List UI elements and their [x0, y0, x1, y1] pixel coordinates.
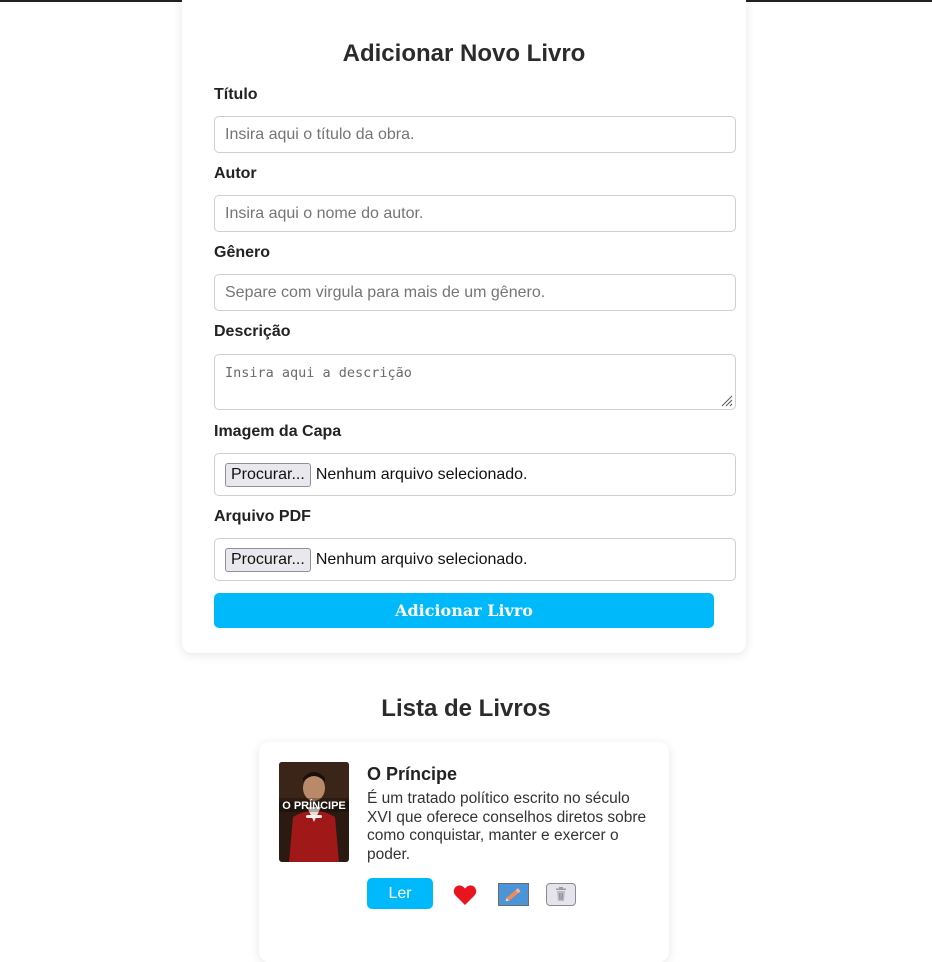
pdf-file-input: Procurar... Nenhum arquivo selecionado. [214, 538, 736, 581]
description-field-wrapper [214, 354, 736, 410]
title-input[interactable] [215, 117, 735, 152]
edit-button[interactable] [498, 883, 529, 906]
heart-icon[interactable] [453, 884, 477, 906]
book-list-title: Lista de Livros [0, 695, 932, 723]
cover-label: Imagem da Capa [214, 423, 341, 441]
form-title: Adicionar Novo Livro [182, 40, 746, 68]
description-label: Descrição [214, 323, 291, 341]
add-book-button[interactable]: Adicionar Livro [214, 593, 714, 628]
cover-file-input: Procurar... Nenhum arquivo selecionado. [214, 453, 736, 496]
genre-field-wrapper [214, 274, 736, 311]
cover-file-status: Nenhum arquivo selecionado. [316, 466, 528, 484]
book-description: É um tratado político escrito no século … [367, 790, 647, 864]
book-title: O Príncipe [367, 764, 457, 785]
delete-button[interactable] [546, 883, 576, 906]
resize-grip-icon[interactable] [721, 395, 733, 407]
add-book-form: Adicionar Novo Livro Título Autor Gênero… [182, 0, 746, 653]
book-cover-image: O PRÍNCIPE [279, 762, 349, 862]
author-field-wrapper [214, 195, 736, 232]
genre-label: Gênero [214, 244, 270, 262]
cover-browse-button[interactable]: Procurar... [225, 463, 311, 487]
description-textarea[interactable] [215, 355, 735, 409]
book-card: O PRÍNCIPE O Príncipe É um tratado polít… [259, 742, 669, 962]
edit-pencil-icon [499, 884, 528, 905]
author-input[interactable] [215, 196, 735, 231]
pdf-label: Arquivo PDF [214, 508, 311, 526]
title-label: Título [214, 86, 258, 104]
genre-input[interactable] [215, 275, 735, 310]
author-label: Autor [214, 165, 257, 183]
pdf-browse-button[interactable]: Procurar... [225, 548, 311, 572]
trash-icon [547, 884, 575, 905]
title-field-wrapper [214, 116, 736, 153]
pdf-file-status: Nenhum arquivo selecionado. [316, 551, 528, 569]
read-button[interactable]: Ler [367, 878, 433, 909]
cover-title-text: O PRÍNCIPE [282, 799, 346, 812]
